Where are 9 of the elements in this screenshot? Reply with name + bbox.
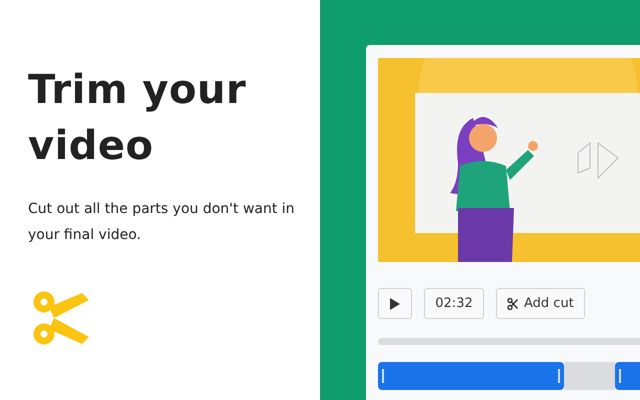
add-cut-button[interactable]: Add cut — [496, 288, 585, 319]
scissors-icon — [32, 290, 92, 346]
time-display[interactable]: 02:32 — [424, 288, 484, 319]
description: Cut out all the parts you don't want in your final video. — [28, 200, 296, 245]
headline: Trim your video — [28, 66, 248, 171]
scrubber-track[interactable] — [378, 338, 640, 345]
scissors-icon — [507, 298, 518, 310]
play-icon — [390, 298, 400, 310]
play-button[interactable] — [378, 288, 412, 319]
